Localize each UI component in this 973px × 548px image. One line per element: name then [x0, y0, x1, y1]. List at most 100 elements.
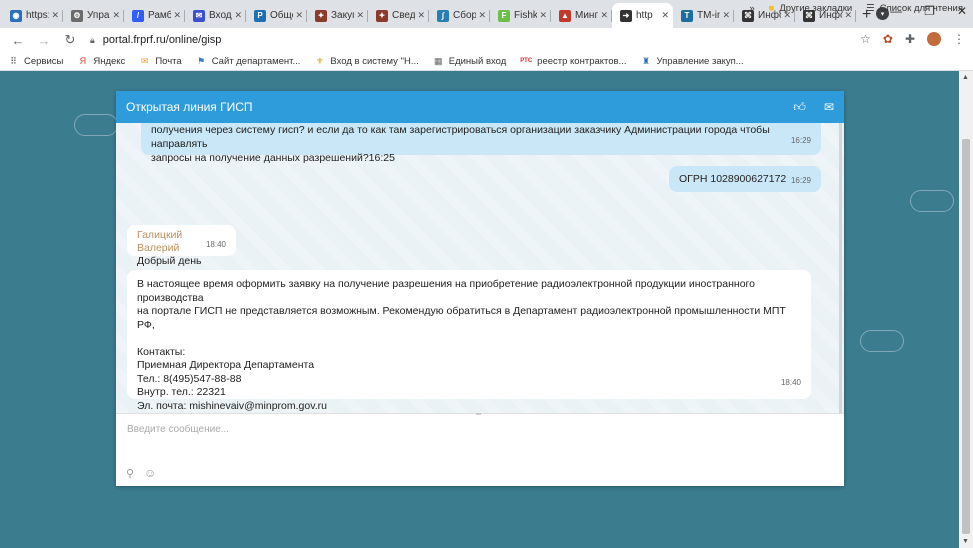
- chat-header: Открытая линия ГИСП 👍︎ ✉: [116, 91, 844, 123]
- tab-favicon-icon: ⚙: [71, 9, 83, 22]
- emoji-icon[interactable]: ☺: [144, 466, 156, 480]
- message-incoming: Галицкий Валерий Добрый день 18:40: [127, 225, 236, 267]
- attach-icon[interactable]: ⚲: [126, 467, 134, 480]
- bookmark-item[interactable]: ⚑ Сайт департамент...: [196, 55, 300, 67]
- bookmark-item[interactable]: РТС реестр контрактов...: [520, 56, 626, 67]
- bookmark-label: Вход в систему "Н...: [330, 55, 419, 67]
- bookmark-label: реестр контрактов...: [537, 55, 627, 67]
- browser-tab[interactable]: ◉ https:/✕: [2, 3, 63, 28]
- bookmark-item[interactable]: ▦ Единый вход: [433, 55, 507, 67]
- bookmark-icon: Я: [79, 56, 87, 66]
- tab-close-icon[interactable]: ✕: [661, 10, 669, 21]
- message-line: получения через систему гисп? и если да …: [151, 124, 770, 150]
- chat-widget: Открытая линия ГИСП 👍︎ ✉ получения через…: [116, 91, 844, 486]
- browser-tab[interactable]: / Рамбл✕: [124, 3, 185, 28]
- tab-close-icon[interactable]: ✕: [600, 10, 608, 21]
- page-scrollbar[interactable]: ▲ ▼: [959, 71, 973, 548]
- thumbs-up-icon[interactable]: 👍︎: [793, 100, 806, 115]
- bookmarks-right: » ■ Другие закладки ☰ Список для чтения: [749, 3, 963, 14]
- bookmark-item[interactable]: ⚜ Вход в систему "Н...: [314, 55, 419, 67]
- browser-tab[interactable]: ➜ http ✕: [612, 3, 673, 28]
- reload-icon[interactable]: ↻: [60, 32, 80, 48]
- reading-list[interactable]: ☰ Список для чтения: [866, 3, 963, 14]
- message-line: запросы на получение данных разрешений?1…: [151, 152, 395, 164]
- bookmark-icon: ⠿: [10, 55, 17, 66]
- message-input-area[interactable]: ═ Введите сообщение... ⚲ ☺: [116, 411, 844, 486]
- browser-tab[interactable]: ▲ Минпр✕: [551, 3, 612, 28]
- message-line: В настоящее время оформить заявку на пол…: [137, 278, 755, 304]
- tab-favicon-icon: P: [254, 9, 266, 22]
- background-cloud: [74, 114, 118, 136]
- browser-tab[interactable]: ✦ Сведен✕: [368, 3, 429, 28]
- tab-title: Рамбл: [148, 10, 172, 21]
- bookmark-label: Единый вход: [448, 55, 507, 67]
- bookmark-icon: ⚜: [315, 55, 324, 66]
- tab-title: Закуп: [331, 10, 354, 21]
- browser-tab[interactable]: P Общер✕: [246, 3, 307, 28]
- tab-title: Минпр: [575, 10, 599, 21]
- bookmark-item[interactable]: ⠿ Сервисы: [8, 56, 63, 67]
- tab-close-icon[interactable]: ✕: [417, 10, 425, 21]
- tab-close-icon[interactable]: ✕: [234, 10, 242, 21]
- bookmark-label: Сервисы: [24, 55, 64, 67]
- tab-close-icon[interactable]: ✕: [295, 10, 303, 21]
- tab-favicon-icon: F: [498, 9, 510, 22]
- bookmarks-bar: ⠿ Сервисы Я Яндекс ✉ Почта ⚑ Сайт департамент..…: [0, 52, 973, 71]
- bookmark-star-icon[interactable]: ☆: [860, 32, 871, 46]
- tab-close-icon[interactable]: ✕: [173, 10, 181, 21]
- url-text[interactable]: portal.frprf.ru/online/gisp: [103, 34, 222, 46]
- scroll-down-icon[interactable]: ▼: [962, 538, 969, 545]
- tab-title: https:/: [26, 10, 49, 21]
- message-line: Приемная Директора Департамента: [137, 359, 315, 371]
- tab-close-icon[interactable]: ✕: [51, 10, 59, 21]
- chat-scrollbar[interactable]: [839, 123, 842, 413]
- scroll-thumb[interactable]: [962, 139, 970, 534]
- tab-title: Сведен: [392, 10, 416, 21]
- message-input[interactable]: Введите сообщение...: [127, 424, 229, 435]
- more-bookmarks-button[interactable]: »: [749, 3, 754, 14]
- profile-avatar[interactable]: [927, 32, 941, 46]
- tab-close-icon[interactable]: ✕: [478, 10, 486, 21]
- browser-tab[interactable]: T TM-ind✕: [673, 3, 734, 28]
- mail-icon[interactable]: ✉: [824, 100, 834, 115]
- chat-messages: получения через систему гисп? и если да …: [116, 123, 844, 413]
- address-bar[interactable]: 🔒︎ portal.frprf.ru/online/gisp: [90, 30, 221, 50]
- message-line: [137, 332, 801, 346]
- bookmark-label: Управление закуп...: [656, 55, 744, 67]
- bookmark-icon: ⚑: [197, 55, 206, 66]
- bookmark-icon: ✉: [141, 55, 149, 66]
- tab-favicon-icon: ✉: [193, 9, 205, 22]
- browser-tab[interactable]: ∫ Сборн✕: [429, 3, 490, 28]
- browser-tab[interactable]: F Fishki.n✕: [490, 3, 551, 28]
- message-text: ОГРН 1028900627172: [679, 173, 787, 185]
- tab-title: http: [636, 10, 653, 21]
- forward-arrow-icon[interactable]: →: [34, 33, 54, 48]
- menu-kebab-icon[interactable]: ⋮: [953, 32, 965, 46]
- reading-list-icon: ☰: [866, 3, 875, 14]
- tab-favicon-icon: T: [681, 9, 693, 22]
- back-arrow-icon[interactable]: ←: [8, 33, 28, 48]
- tab-close-icon[interactable]: ✕: [112, 10, 120, 21]
- bookmark-label: Почта: [155, 55, 182, 67]
- tab-close-icon[interactable]: ✕: [356, 10, 364, 21]
- tab-favicon-icon: ✦: [315, 9, 327, 22]
- lock-icon[interactable]: 🔒︎: [90, 35, 95, 46]
- bookmark-label: Яндекс: [93, 55, 126, 67]
- tab-close-icon[interactable]: ✕: [539, 10, 547, 21]
- scroll-up-icon[interactable]: ▲: [962, 74, 969, 81]
- message-line: Внутр. тел.: 22321: [137, 386, 226, 398]
- message-line: Контакты:: [137, 345, 186, 358]
- browser-tab[interactable]: ✦ Закуп✕: [307, 3, 368, 28]
- extension-icon[interactable]: ✿: [883, 32, 893, 46]
- tab-title: Управ: [87, 10, 110, 21]
- browser-tab[interactable]: ✉ Входя✕: [185, 3, 246, 28]
- resize-grip-icon[interactable]: ═: [476, 411, 481, 418]
- bookmark-item[interactable]: Я Яндекс: [77, 55, 126, 67]
- bookmark-item[interactable]: ✉ Почта: [139, 55, 182, 67]
- other-bookmarks[interactable]: ■ Другие закладки: [769, 3, 853, 14]
- puzzle-icon[interactable]: ✚: [905, 32, 915, 46]
- bookmark-item[interactable]: ♜ Управление закуп...: [641, 56, 744, 67]
- tab-close-icon[interactable]: ✕: [722, 10, 730, 21]
- browser-tab[interactable]: ⚙ Управ✕: [63, 3, 124, 28]
- tab-favicon-icon: ∫: [437, 9, 449, 22]
